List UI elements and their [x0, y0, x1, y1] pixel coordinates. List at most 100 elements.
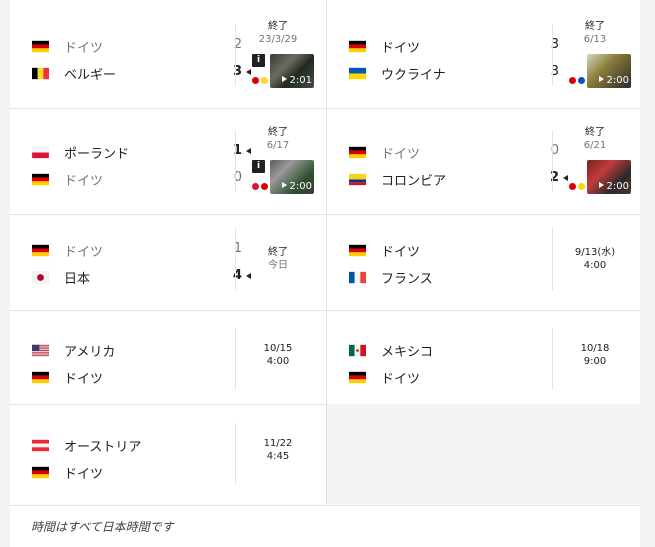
germany-flag-icon: [349, 146, 366, 158]
status-label: 終了: [268, 247, 288, 258]
match-date: 10/15: [263, 343, 293, 354]
team-name: メキシコ: [381, 344, 434, 360]
team-name: フランス: [381, 271, 433, 287]
team-name: ドイツ: [381, 244, 421, 260]
colombia-flag-icon: [349, 173, 366, 185]
usa-flag-icon: [32, 344, 49, 356]
video-duration: 2:00: [598, 75, 629, 86]
team-score: 0: [233, 170, 242, 185]
japan-flag-icon: [32, 271, 49, 283]
status-label: 終了: [585, 127, 605, 138]
match-card[interactable]: メキシコ ドイツ 10/18 9:00: [327, 312, 642, 406]
video-duration: 2:00: [281, 181, 312, 192]
duration-text: 2:00: [606, 181, 629, 192]
team-name: ドイツ: [64, 173, 104, 189]
row-divider: [10, 310, 640, 311]
teams-mini-icon: [252, 74, 270, 86]
video-thumbnail[interactable]: 2:00: [587, 160, 631, 194]
team-name: ポーランド: [64, 146, 130, 162]
match-status: 終了 23/3/29: [238, 20, 318, 46]
team-row: フランス: [349, 267, 559, 287]
teams-mini-icon: [569, 74, 587, 86]
team-name: オーストリア: [64, 439, 142, 455]
germany-flag-icon: [32, 466, 49, 478]
duration-text: 2:00: [289, 181, 312, 192]
match-status: 終了 今日: [238, 246, 318, 272]
info-icon[interactable]: i: [252, 160, 265, 173]
match-date: 6/13: [583, 34, 607, 45]
match-card[interactable]: ドイツ 0 コロンビア 2 終了 6/21 2:00: [327, 114, 642, 208]
team-name: ドイツ: [381, 40, 421, 56]
match-date: 今日: [268, 260, 288, 271]
row-divider: [10, 108, 640, 109]
match-card[interactable]: ドイツ フランス 9/13(水) 4:00: [327, 212, 642, 306]
team-name: ドイツ: [381, 146, 421, 162]
status-label: 終了: [268, 21, 288, 32]
cell-divider: [235, 24, 236, 86]
team-score: 2: [549, 170, 559, 185]
germany-flag-icon: [349, 371, 366, 383]
match-card[interactable]: ポーランド 1 ドイツ 0 終了 6/17 i 2:00: [10, 114, 325, 208]
match-card[interactable]: アメリカ ドイツ 10/15 4:00: [10, 312, 325, 406]
team-score: 3: [550, 64, 559, 79]
team-name: ドイツ: [64, 40, 104, 56]
cell-divider: [552, 228, 553, 290]
mexico-flag-icon: [349, 344, 366, 356]
match-date: 11/22: [263, 438, 293, 449]
highlight-video[interactable]: 2:00: [569, 54, 631, 88]
highlight-video[interactable]: 2:00: [569, 160, 631, 194]
germany-flag-icon: [32, 173, 49, 185]
winner-arrow-icon: [563, 175, 568, 181]
team-row: ドイツ 0: [349, 142, 559, 162]
match-time: 4:00: [266, 356, 290, 367]
team-row: 日本 4: [32, 267, 251, 287]
highlight-video[interactable]: i 2:01: [252, 54, 314, 88]
team-row: コロンビア 2: [349, 169, 568, 189]
team-name: ドイツ: [381, 371, 421, 387]
team-name: ドイツ: [64, 466, 104, 482]
timezone-note: 時間はすべて日本時間です: [31, 520, 174, 534]
cell-divider: [552, 130, 553, 192]
cell-divider: [235, 228, 236, 290]
status-label: 終了: [585, 21, 605, 32]
team-name: ベルギー: [64, 67, 117, 83]
team-row: ドイツ: [349, 240, 559, 260]
timezone-footer: 時間はすべて日本時間です: [10, 505, 640, 547]
match-time: 4:00: [583, 260, 607, 271]
team-name: 日本: [64, 271, 91, 287]
play-icon: [281, 182, 287, 188]
cell-divider: [552, 328, 553, 390]
match-card[interactable]: オーストリア ドイツ 11/22 4:45: [10, 407, 325, 501]
team-row: ドイツ: [349, 367, 559, 387]
belgium-flag-icon: [32, 67, 49, 79]
video-thumbnail[interactable]: 2:00: [270, 160, 314, 194]
match-card[interactable]: ドイツ 3 ウクライナ 3 終了 6/13 2:00: [327, 8, 642, 102]
winner-arrow-icon: [246, 69, 251, 75]
team-score: 3: [232, 64, 242, 79]
video-duration: 2:01: [281, 75, 312, 86]
video-thumbnail[interactable]: 2:01: [270, 54, 314, 88]
cell-divider: [235, 130, 236, 192]
cell-divider: [235, 328, 236, 390]
match-time: 9:00: [583, 356, 607, 367]
match-status: 終了 6/21: [555, 126, 635, 152]
team-name: アメリカ: [64, 344, 116, 360]
match-date: 6/17: [266, 140, 290, 151]
match-status: 終了 6/17: [238, 126, 318, 152]
match-card[interactable]: ドイツ 1 日本 4 終了 今日: [10, 212, 325, 306]
duration-text: 2:00: [606, 75, 629, 86]
germany-flag-icon: [349, 244, 366, 256]
team-row: メキシコ: [349, 340, 559, 360]
highlight-video[interactable]: i 2:00: [252, 160, 314, 194]
germany-flag-icon: [32, 244, 49, 256]
match-card[interactable]: ドイツ 2 ベルギー 3 終了 23/3/29 i 2:01: [10, 8, 325, 102]
teams-mini-icon: [252, 180, 270, 192]
match-date: 6/21: [583, 140, 607, 151]
video-thumbnail[interactable]: 2:00: [587, 54, 631, 88]
match-date: 9/13(水): [574, 247, 616, 258]
team-name: ドイツ: [64, 371, 104, 387]
match-schedule: 10/15 4:00: [238, 342, 318, 368]
team-row: ベルギー 3: [32, 63, 251, 83]
info-icon[interactable]: i: [252, 54, 265, 67]
duration-text: 2:01: [289, 75, 312, 86]
